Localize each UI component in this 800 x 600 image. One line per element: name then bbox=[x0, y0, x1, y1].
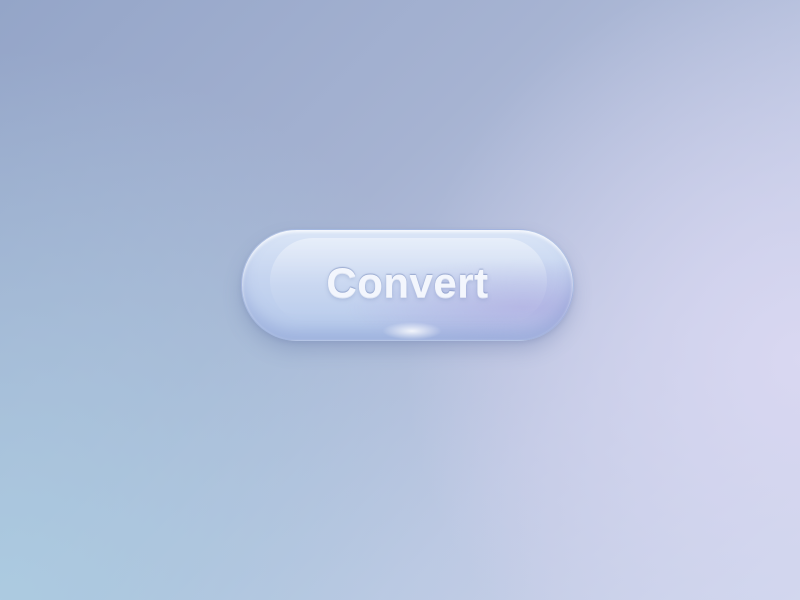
convert-button-label: Convert bbox=[326, 259, 489, 306]
background-canvas: Convert bbox=[0, 0, 800, 600]
convert-button[interactable]: Convert bbox=[241, 229, 574, 341]
